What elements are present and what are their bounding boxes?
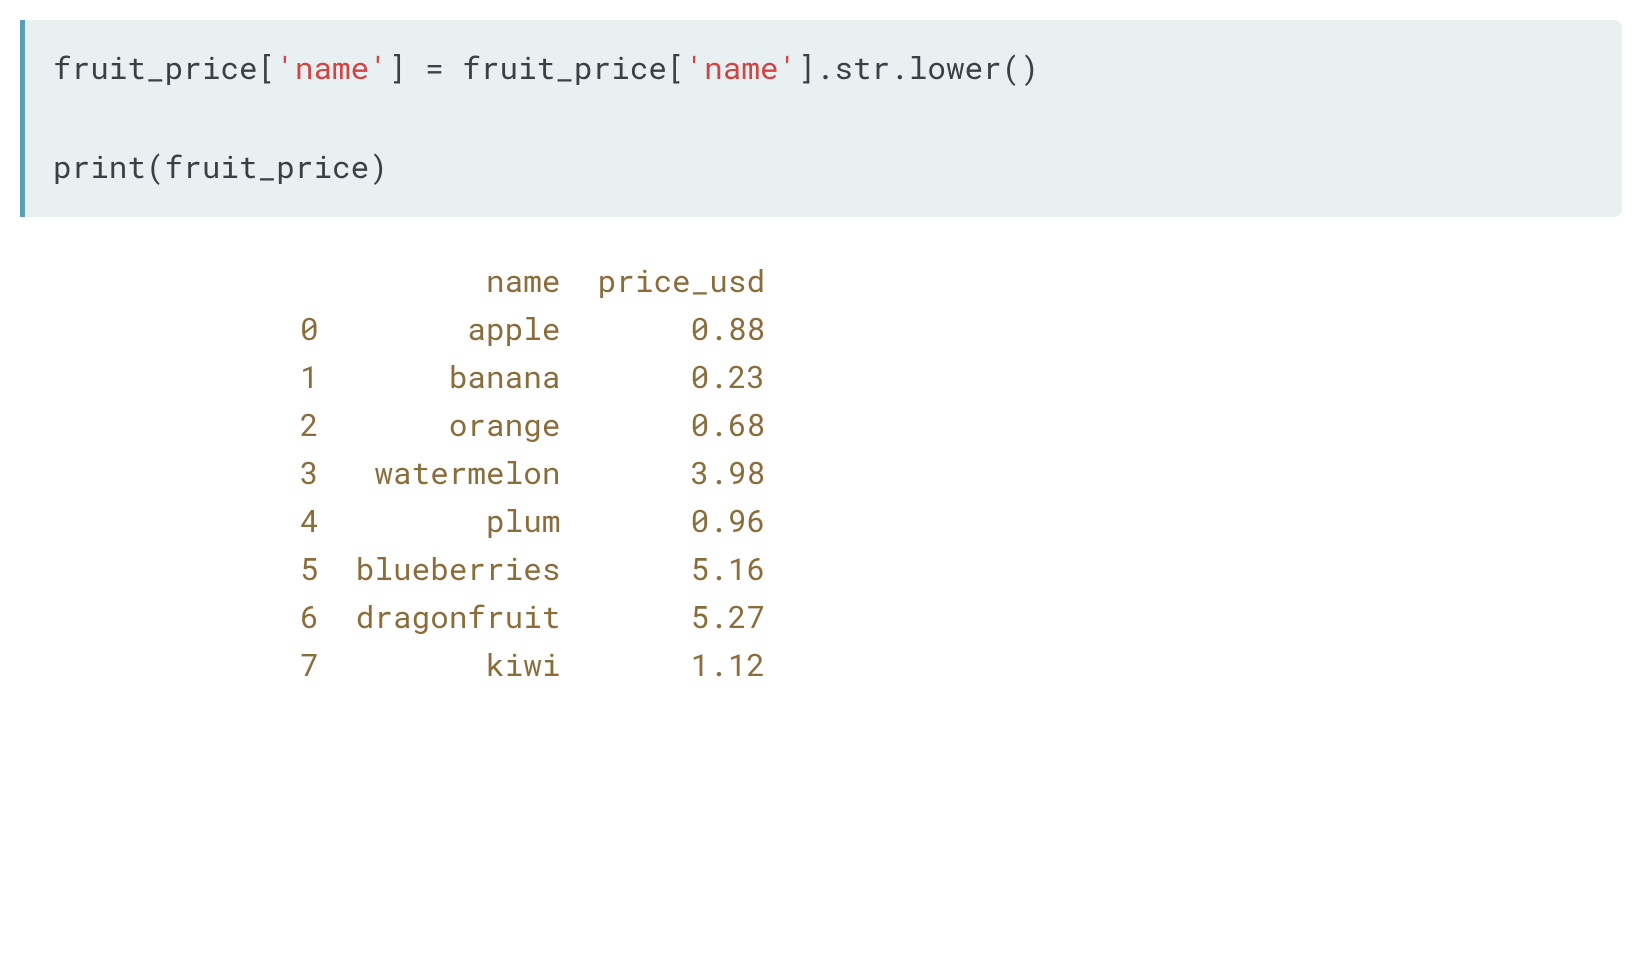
- code-block: fruit_price['name'] = fruit_price['name'…: [20, 20, 1622, 217]
- output-row: 7 kiwi 1.12: [300, 645, 765, 685]
- output-row: 1 banana 0.23: [300, 357, 765, 397]
- output-row: 3 watermelon 3.98: [300, 453, 765, 493]
- output-header: name price_usd: [300, 261, 765, 301]
- output-row: 6 dragonfruit 5.27: [300, 597, 765, 637]
- string-literal: 'name': [686, 48, 798, 88]
- code-line-2: print(fruit_price): [53, 147, 388, 187]
- string-literal: 'name': [276, 48, 388, 88]
- output-block: name price_usd 0 apple 0.88 1 banana 0.2…: [20, 257, 1622, 689]
- code-line-1: fruit_price['name'] = fruit_price['name'…: [53, 48, 1039, 88]
- output-row: 4 plum 0.96: [300, 501, 765, 541]
- output-row: 2 orange 0.68: [300, 405, 765, 445]
- output-row: 5 blueberries 5.16: [300, 549, 765, 589]
- output-row: 0 apple 0.88: [300, 309, 765, 349]
